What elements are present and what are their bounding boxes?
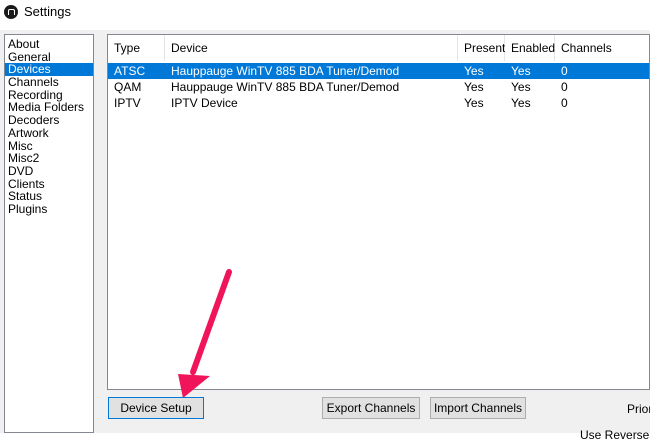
- table-row[interactable]: QAM Hauppauge WinTV 885 BDA Tuner/Demod …: [108, 79, 649, 95]
- cell-type: QAM: [114, 80, 142, 94]
- device-list[interactable]: Type Device Present Enabled Channels ATS…: [107, 34, 650, 390]
- cell-channels: 0: [561, 96, 568, 110]
- cell-channels: 0: [561, 64, 568, 78]
- sidebar-item-misc2[interactable]: Misc2: [5, 152, 93, 165]
- table-row[interactable]: IPTV IPTV Device Yes Yes 0: [108, 95, 649, 111]
- device-setup-button[interactable]: Device Setup: [108, 397, 204, 419]
- table-row[interactable]: ATSC Hauppauge WinTV 885 BDA Tuner/Demod…: [108, 63, 649, 79]
- app-logo-icon: [4, 5, 18, 19]
- sidebar-item-about[interactable]: About: [5, 38, 93, 51]
- column-header-channels[interactable]: Channels: [555, 35, 649, 61]
- cell-device: Hauppauge WinTV 885 BDA Tuner/Demod: [171, 64, 400, 78]
- cell-enabled: Yes: [511, 64, 531, 78]
- sidebar-item-dvd[interactable]: DVD: [5, 165, 93, 178]
- use-reverse-label: Use Reverse P: [580, 428, 650, 442]
- title-bar: Settings: [0, 0, 650, 26]
- column-header-type[interactable]: Type: [108, 35, 165, 61]
- sidebar-item-channels[interactable]: Channels: [5, 76, 93, 89]
- cell-type: ATSC: [114, 64, 146, 78]
- cell-channels: 0: [561, 80, 568, 94]
- window-title: Settings: [24, 4, 71, 19]
- cell-enabled: Yes: [511, 80, 531, 94]
- sidebar-item-plugins[interactable]: Plugins: [5, 203, 93, 216]
- cell-enabled: Yes: [511, 96, 531, 110]
- cell-present: Yes: [464, 96, 484, 110]
- sidebar-item-artwork[interactable]: Artwork: [5, 126, 93, 140]
- import-channels-button[interactable]: Import Channels: [430, 397, 526, 419]
- settings-category-list[interactable]: About General Devices Channels Recording…: [4, 34, 94, 433]
- cell-device: Hauppauge WinTV 885 BDA Tuner/Demod: [171, 80, 400, 94]
- cell-device: IPTV Device: [171, 96, 238, 110]
- priority-label: Priori: [627, 402, 650, 416]
- column-header-device[interactable]: Device: [165, 35, 458, 61]
- column-header-present[interactable]: Present: [458, 35, 505, 61]
- cell-present: Yes: [464, 64, 484, 78]
- column-header-enabled[interactable]: Enabled: [505, 35, 555, 61]
- cell-present: Yes: [464, 80, 484, 94]
- cell-type: IPTV: [114, 96, 141, 110]
- sidebar-item-decoders[interactable]: Decoders: [5, 114, 93, 127]
- export-channels-button[interactable]: Export Channels: [322, 397, 420, 419]
